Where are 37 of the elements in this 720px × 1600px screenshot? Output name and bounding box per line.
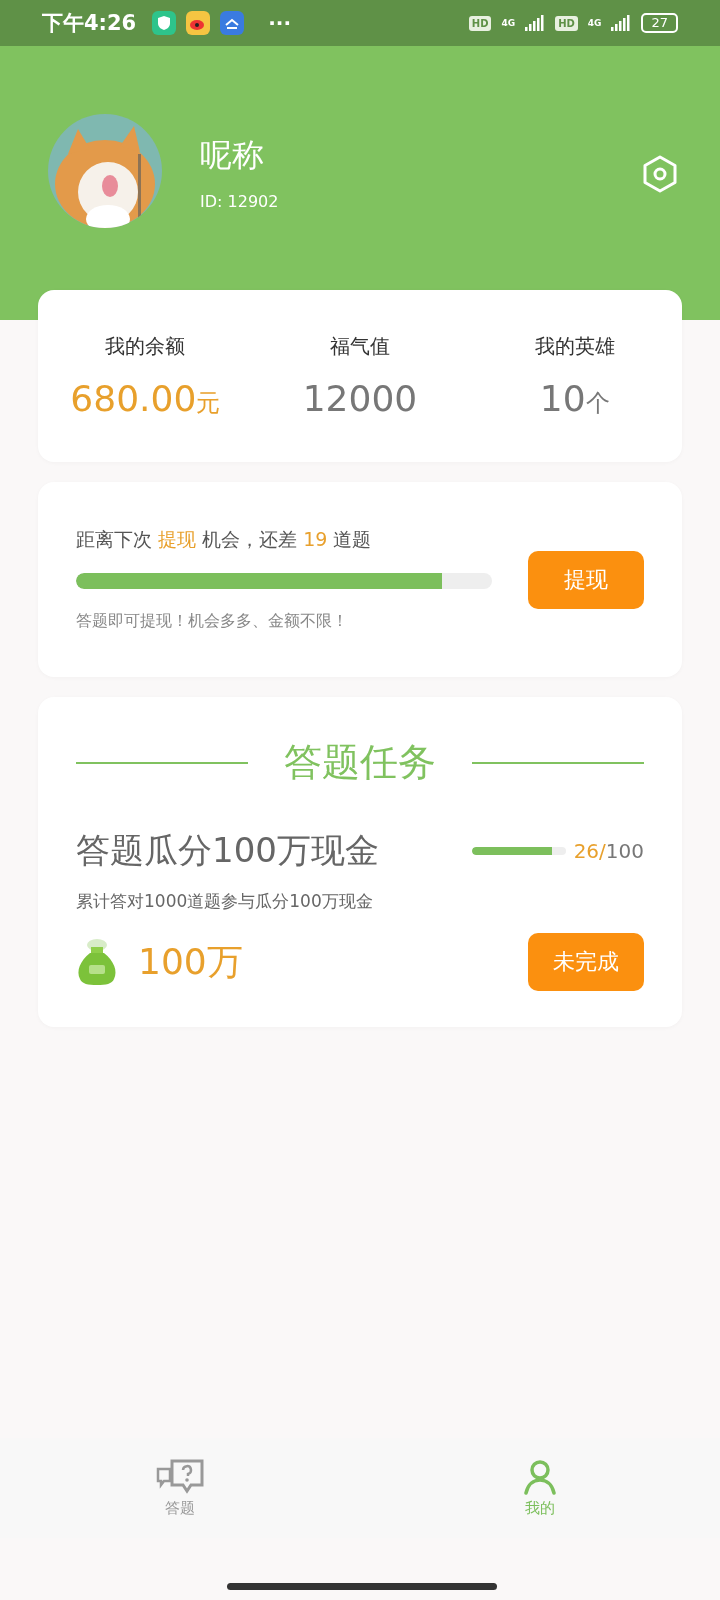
stat-value: 10个 [539,378,610,419]
network-type: 4G [587,18,602,28]
more-notifications: ··· [268,11,292,35]
tab[interactable]: 我的 [360,1438,720,1538]
money-bag-icon [76,937,118,987]
signal-icon [525,15,546,31]
signal-icon [611,15,632,31]
tab-label: 我的 [525,1498,555,1518]
nickname: 呢称 [200,135,265,176]
question-chat-icon [156,1458,204,1495]
shield-app-icon [152,11,177,35]
status-time: 下午4:26 [42,10,137,37]
withdraw-prompt: 距离下次 提现 机会，还差 19 道题 [76,527,373,552]
battery-level: 27 [641,13,678,33]
task-status-button[interactable]: 未完成 [528,933,644,991]
tab[interactable]: 答题 [0,1438,360,1538]
hd-badge: HD [468,15,492,31]
stat-label: 福气值 [330,333,390,360]
stat-label: 我的英雄 [534,333,615,360]
task-progress-done: 26/ [573,839,606,863]
reward-amount: 100万 [138,939,243,984]
user-id: ID: 12902 [200,192,280,211]
task-progress-total: 100 [605,839,644,863]
section-title: 答题任务 [284,739,436,786]
withdraw-hint: 答题即可提现！机会多多、金额不限！ [76,611,349,632]
stat-value: 680.00元 [70,378,221,419]
eye-app-icon [186,11,211,35]
task-description: 累计答对1000道题参与瓜分100万现金 [76,890,374,913]
withdraw-button[interactable]: 提现 [528,550,644,609]
task-title: 答题瓜分100万现金 [76,829,379,872]
hd-badge: HD [555,15,578,31]
network-type: 4G [501,18,516,28]
person-icon [522,1458,558,1495]
stat-value: 12000 [302,378,418,419]
chevron-app-icon [220,11,245,35]
stat-label: 我的余额 [105,333,186,360]
tab-label: 答题 [165,1498,195,1518]
